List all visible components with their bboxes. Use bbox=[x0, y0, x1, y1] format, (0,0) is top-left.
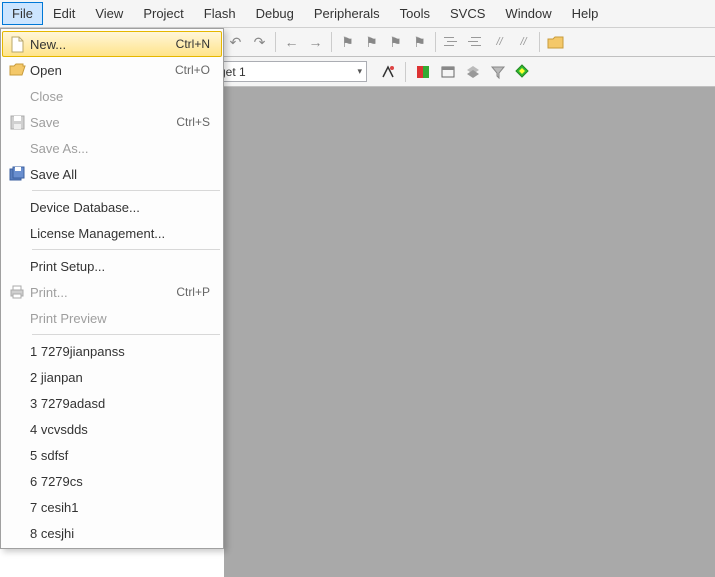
menu-file-recent-2[interactable]: 2 jianpan bbox=[2, 364, 222, 390]
bookmark-toggle-icon[interactable]: ⚑ bbox=[336, 31, 359, 53]
file-menu-dropdown: New... Ctrl+N Open Ctrl+O Close Save Ctr… bbox=[0, 28, 224, 549]
menu-item-label: 5 sdfsf bbox=[30, 448, 216, 463]
menu-item-label: Print... bbox=[30, 285, 176, 300]
menu-file-recent-4[interactable]: 4 vcvsdds bbox=[2, 416, 222, 442]
print-icon bbox=[4, 285, 30, 299]
menu-item-label: 2 jianpan bbox=[30, 370, 216, 385]
menu-peripherals[interactable]: Peripherals bbox=[304, 2, 390, 25]
bookmark-clear-icon[interactable]: ⚑ bbox=[408, 31, 431, 53]
menu-file-recent-6[interactable]: 6 7279cs bbox=[2, 468, 222, 494]
menu-flash[interactable]: Flash bbox=[194, 2, 246, 25]
menu-item-shortcut: Ctrl+N bbox=[176, 37, 216, 51]
menubar: File Edit View Project Flash Debug Perip… bbox=[0, 0, 715, 28]
menu-file-save: Save Ctrl+S bbox=[2, 109, 222, 135]
menu-view[interactable]: View bbox=[85, 2, 133, 25]
menu-file-saveall[interactable]: Save All bbox=[2, 161, 222, 187]
separator bbox=[32, 190, 220, 191]
undo-icon[interactable]: ↶ bbox=[224, 31, 247, 53]
menu-item-label: New... bbox=[30, 37, 176, 52]
menu-item-label: 1 7279jianpanss bbox=[30, 344, 216, 359]
menu-item-label: License Management... bbox=[30, 226, 216, 241]
menu-file-recent-7[interactable]: 7 cesih1 bbox=[2, 494, 222, 520]
file-new-icon bbox=[4, 36, 30, 53]
menu-file-recent-5[interactable]: 5 sdfsf bbox=[2, 442, 222, 468]
separator bbox=[275, 32, 276, 52]
layers-icon[interactable] bbox=[461, 61, 484, 83]
target-select[interactable]: rget 1 ▾ bbox=[210, 61, 367, 82]
chevron-down-icon: ▾ bbox=[357, 66, 362, 77]
separator bbox=[435, 32, 436, 52]
menu-item-shortcut: Ctrl+P bbox=[176, 285, 216, 299]
menu-file-print: Print... Ctrl+P bbox=[2, 279, 222, 305]
save-icon bbox=[4, 115, 30, 130]
menu-item-label: Print Preview bbox=[30, 311, 216, 326]
menu-file-print-preview: Print Preview bbox=[2, 305, 222, 331]
menu-item-label: Save bbox=[30, 115, 176, 130]
menu-item-shortcut: Ctrl+O bbox=[175, 63, 216, 77]
menu-tools[interactable]: Tools bbox=[390, 2, 440, 25]
menu-debug[interactable]: Debug bbox=[246, 2, 304, 25]
bookmark-next-icon[interactable]: ⚑ bbox=[384, 31, 407, 53]
menu-item-label: 8 cesjhi bbox=[30, 526, 216, 541]
filter-icon[interactable] bbox=[486, 61, 509, 83]
menu-file-print-setup[interactable]: Print Setup... bbox=[2, 253, 222, 279]
menu-file[interactable]: File bbox=[2, 2, 43, 25]
manage-books-icon[interactable] bbox=[436, 61, 459, 83]
separator bbox=[331, 32, 332, 52]
menu-file-recent-1[interactable]: 1 7279jianpanss bbox=[2, 338, 222, 364]
comment-icon[interactable]: // bbox=[488, 31, 511, 53]
menu-svcs[interactable]: SVCS bbox=[440, 2, 495, 25]
menu-project[interactable]: Project bbox=[133, 2, 193, 25]
outdent-icon[interactable] bbox=[464, 31, 487, 53]
separator bbox=[32, 249, 220, 250]
folder-open-icon bbox=[4, 63, 30, 77]
menu-file-license[interactable]: License Management... bbox=[2, 220, 222, 246]
nav-back-icon[interactable]: ← bbox=[280, 31, 303, 53]
menu-item-label: Open bbox=[30, 63, 175, 78]
bookmark-prev-icon[interactable]: ⚑ bbox=[360, 31, 383, 53]
options-icon[interactable] bbox=[377, 61, 400, 83]
menu-file-open[interactable]: Open Ctrl+O bbox=[2, 57, 222, 83]
menu-item-label: 7 cesih1 bbox=[30, 500, 216, 515]
menu-item-label: Save All bbox=[30, 167, 216, 182]
separator bbox=[405, 62, 406, 82]
menu-window[interactable]: Window bbox=[495, 2, 561, 25]
menu-help[interactable]: Help bbox=[562, 2, 609, 25]
menu-file-recent-3[interactable]: 3 7279adasd bbox=[2, 390, 222, 416]
menu-item-label: 6 7279cs bbox=[30, 474, 216, 489]
menu-file-new[interactable]: New... Ctrl+N bbox=[2, 31, 222, 57]
menu-item-label: 3 7279adasd bbox=[30, 396, 216, 411]
menu-file-recent-8[interactable]: 8 cesjhi bbox=[2, 520, 222, 546]
menu-file-saveas: Save As... bbox=[2, 135, 222, 161]
file-extensions-icon[interactable] bbox=[411, 61, 434, 83]
indent-icon[interactable] bbox=[440, 31, 463, 53]
menu-item-label: Print Setup... bbox=[30, 259, 216, 274]
menu-item-label: Save As... bbox=[30, 141, 216, 156]
workspace-area bbox=[224, 87, 715, 577]
uncomment-icon[interactable]: // bbox=[512, 31, 535, 53]
separator bbox=[539, 32, 540, 52]
menu-item-label: 4 vcvsdds bbox=[30, 422, 216, 437]
menu-item-label: Device Database... bbox=[30, 200, 216, 215]
separator bbox=[32, 334, 220, 335]
menu-file-close: Close bbox=[2, 83, 222, 109]
menu-item-shortcut: Ctrl+S bbox=[176, 115, 216, 129]
save-all-icon bbox=[4, 166, 30, 182]
open-folder-icon[interactable] bbox=[544, 31, 567, 53]
menu-file-device-db[interactable]: Device Database... bbox=[2, 194, 222, 220]
manage-rte-icon[interactable] bbox=[511, 61, 534, 83]
menu-item-label: Close bbox=[30, 89, 216, 104]
menu-edit[interactable]: Edit bbox=[43, 2, 85, 25]
redo-icon[interactable]: ↷ bbox=[248, 31, 271, 53]
nav-forward-icon[interactable]: → bbox=[304, 31, 327, 53]
